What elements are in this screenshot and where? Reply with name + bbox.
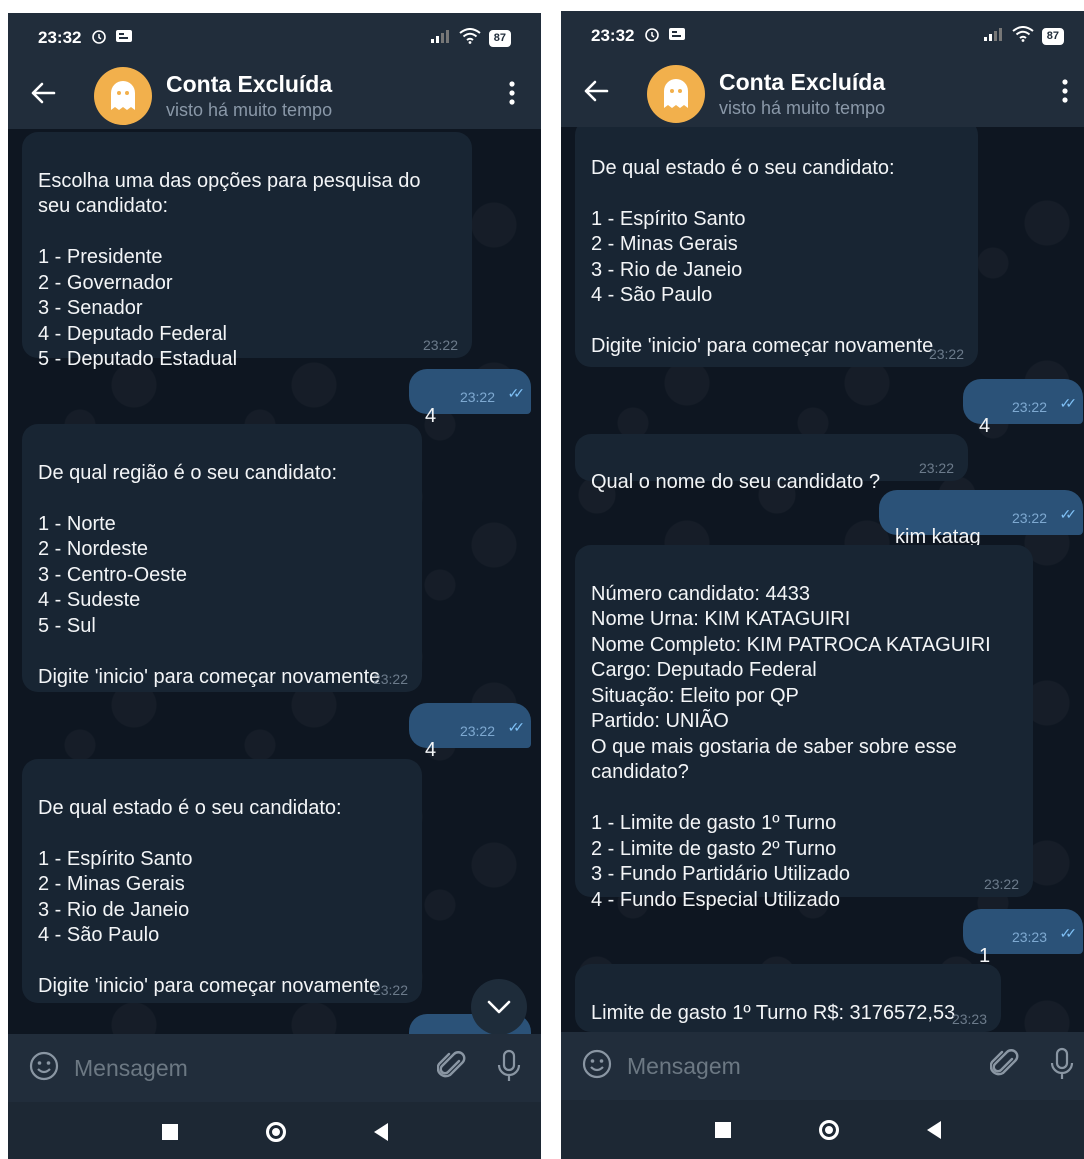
emoji-icon[interactable] <box>581 1048 613 1085</box>
wifi-icon <box>1012 25 1034 47</box>
message-composer: Mensagem <box>8 1034 541 1102</box>
attach-icon[interactable] <box>989 1048 1020 1085</box>
status-bar: 23:32 87 <box>8 13 541 63</box>
chevron-down-icon <box>487 1000 511 1014</box>
read-receipt-icon: ✓✓ <box>507 384 526 401</box>
recents-button[interactable] <box>161 1124 178 1140</box>
android-nav-bar <box>561 1100 1084 1159</box>
message-bubble-outgoing: 4 23:22 ✓✓ <box>963 379 1083 437</box>
battery-icon: 87 <box>488 29 511 47</box>
message-text: Número candidato: 4433 Nome Urna: KIM KA… <box>591 582 991 911</box>
alarm-icon <box>91 28 107 49</box>
message-text: Qual o nome do seu candidato ? <box>591 470 881 493</box>
signal-icon <box>429 28 451 49</box>
message-time: 23:23 <box>951 1011 987 1027</box>
avatar[interactable] <box>94 67 152 125</box>
notification-icon <box>115 28 133 48</box>
message-time: 23:22 <box>459 723 495 739</box>
status-time: 23:32 <box>591 26 635 45</box>
message-time: 23:22 <box>372 671 408 687</box>
message-text: 4 <box>979 414 991 437</box>
wifi-icon <box>459 27 481 49</box>
message-bubble-outgoing: 4 23:22 ✓✓ <box>409 369 531 427</box>
message-text: De qual estado é o seu candidato: 1 - Es… <box>38 796 381 998</box>
last-seen-status: visto há muito tempo <box>719 98 886 118</box>
message-text: 4 <box>425 738 437 761</box>
message-bubble-incoming: De qual estado é o seu candidato: 1 - Es… <box>575 127 978 367</box>
emoji-icon[interactable] <box>28 1050 60 1087</box>
avatar[interactable] <box>647 65 705 123</box>
message-time: 23:22 <box>928 346 964 362</box>
ghost-icon <box>111 81 135 110</box>
attach-icon[interactable] <box>436 1050 467 1087</box>
status-time: 23:32 <box>38 28 82 47</box>
back-button[interactable] <box>926 1121 941 1139</box>
message-time: 23:22 <box>918 460 954 476</box>
message-time: 23:22 <box>983 876 1019 892</box>
phone-screenshot-left: 23:32 87 Conta Excluída visto há muito t… <box>8 13 541 1159</box>
message-bubble-incoming: Qual o nome do seu candidato ? 23:22 <box>575 434 968 493</box>
chat-header: Conta Excluída visto há muito tempo <box>8 63 541 129</box>
more-options-icon[interactable] <box>509 81 515 111</box>
message-text: Escolha uma das opções para pesquisa do … <box>38 169 421 371</box>
read-receipt-icon: ✓✓ <box>1059 924 1078 941</box>
chat-header: Conta Excluída visto há muito tempo <box>561 61 1084 127</box>
message-composer: Mensagem <box>561 1032 1084 1100</box>
read-receipt-icon: ✓✓ <box>1059 394 1078 411</box>
message-bubble-outgoing: kim katag 23:22 ✓✓ <box>879 490 1083 548</box>
recents-button[interactable] <box>714 1122 731 1138</box>
microphone-icon[interactable] <box>497 1049 521 1088</box>
chat-title[interactable]: Conta Excluída <box>719 68 885 96</box>
message-bubble-incoming: De qual região é o seu candidato: 1 - No… <box>22 424 422 692</box>
phone-screenshot-right: 23:32 87 Conta Excluída visto há muito t… <box>561 11 1084 1159</box>
message-time: 23:22 <box>459 389 495 405</box>
scroll-to-bottom-button[interactable] <box>471 979 527 1034</box>
home-button[interactable] <box>818 1120 839 1140</box>
alarm-icon <box>644 26 660 47</box>
message-bubble-incoming: Escolha uma das opções para pesquisa do … <box>22 132 472 370</box>
message-time: 23:22 <box>422 337 458 353</box>
android-nav-bar <box>8 1102 541 1159</box>
message-bubble-incoming: Limite de gasto 1º Turno R$: 3176572,53 … <box>575 964 1001 1032</box>
signal-icon <box>982 26 1004 47</box>
message-list[interactable]: De qual estado é o seu candidato: 1 - Es… <box>561 127 1084 1032</box>
back-arrow-icon[interactable] <box>583 79 623 109</box>
back-arrow-icon[interactable] <box>30 81 70 111</box>
status-bar: 23:32 87 <box>561 11 1084 61</box>
message-text: 4 <box>425 404 437 427</box>
message-bubble-outgoing: 4 23:22 ✓✓ <box>409 703 531 761</box>
message-input[interactable]: Mensagem <box>627 1053 741 1080</box>
message-input[interactable]: Mensagem <box>74 1055 188 1082</box>
message-time: 23:22 <box>372 982 408 998</box>
message-bubble-incoming: De qual estado é o seu candidato: 1 - Es… <box>22 759 422 1003</box>
microphone-icon[interactable] <box>1050 1047 1074 1086</box>
last-seen-status: visto há muito tempo <box>166 100 333 120</box>
more-options-icon[interactable] <box>1062 79 1068 109</box>
battery-icon: 87 <box>1041 27 1064 45</box>
read-receipt-icon: ✓✓ <box>507 718 526 735</box>
message-list[interactable]: Escolha uma das opções para pesquisa do … <box>8 129 541 1034</box>
ghost-icon <box>664 79 688 108</box>
message-time: 23:22 <box>1011 399 1047 415</box>
message-time: 23:23 <box>1011 929 1047 945</box>
message-bubble-outgoing: 1 23:23 ✓✓ <box>963 909 1083 967</box>
message-text: De qual região é o seu candidato: 1 - No… <box>38 461 381 688</box>
chat-title[interactable]: Conta Excluída <box>166 70 332 98</box>
message-bubble-incoming: Número candidato: 4433 Nome Urna: KIM KA… <box>575 545 1033 911</box>
home-button[interactable] <box>265 1122 286 1142</box>
back-button[interactable] <box>373 1123 388 1141</box>
message-time: 23:22 <box>1011 510 1047 526</box>
message-text: De qual estado é o seu candidato: 1 - Es… <box>591 156 934 358</box>
read-receipt-icon: ✓✓ <box>1059 505 1078 522</box>
message-text: Limite de gasto 1º Turno R$: 3176572,53 <box>591 1001 956 1024</box>
notification-icon <box>668 26 686 46</box>
